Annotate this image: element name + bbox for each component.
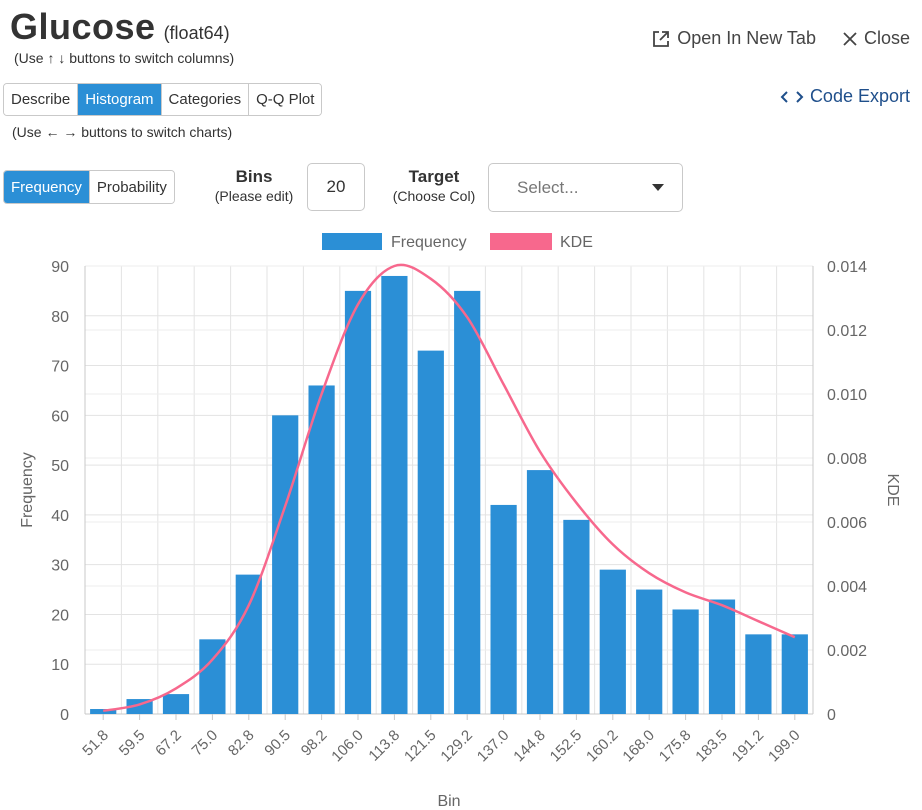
legend-swatch-kde	[490, 233, 552, 250]
tab-probability[interactable]: Probability	[89, 171, 174, 203]
y2-tick-label: 0.004	[827, 579, 867, 596]
x-tick-label: 90.5	[261, 727, 294, 760]
histogram-bar	[563, 519, 590, 714]
y-tick-label: 0	[60, 707, 69, 724]
close-button[interactable]: Close	[842, 28, 910, 49]
y-tick-label: 10	[51, 657, 69, 674]
histogram-bar	[272, 415, 299, 714]
tab-frequency[interactable]: Frequency	[4, 171, 90, 203]
x-tick-label: 67.2	[152, 727, 185, 760]
y2-tick-label: 0.010	[827, 387, 867, 404]
window-actions: Open In New Tab Close	[651, 28, 910, 49]
chevron-down-icon	[652, 184, 664, 191]
bins-label-sub: (Please edit)	[214, 188, 294, 204]
code-export-button[interactable]: Code Export	[780, 86, 910, 107]
x-tick-label: 75.0	[189, 727, 222, 760]
histogram-bar	[672, 609, 699, 714]
histogram-bar	[381, 275, 408, 714]
bins-label-main: Bins	[235, 167, 273, 186]
histogram-mode-tabs: Frequency Probability	[3, 170, 175, 204]
target-select[interactable]: Select...	[488, 163, 683, 212]
open-new-tab-label: Open In New Tab	[677, 28, 816, 48]
histogram-bar	[308, 385, 335, 714]
x-tick-label: 113.8	[365, 727, 403, 765]
histogram-bar	[745, 634, 772, 714]
x-tick-label: 129.2	[437, 727, 476, 766]
y2-tick-label: 0.008	[827, 451, 867, 468]
y2-tick-label: 0.002	[827, 643, 867, 660]
x-tick-label: 137.0	[474, 727, 513, 766]
x-tick-label: 191.2	[729, 727, 768, 766]
chart-type-tabs: Describe Histogram Categories Q-Q Plot	[3, 83, 323, 116]
histogram-bar	[781, 634, 808, 714]
x-tick-label: 183.5	[692, 727, 731, 766]
histogram-bar	[344, 290, 372, 714]
bins-label: Bins (Please edit)	[208, 167, 300, 204]
histogram-bar	[636, 589, 663, 714]
target-label: Target (Choose Col)	[386, 167, 482, 204]
y2-axis-title: KDE	[884, 474, 901, 507]
column-switch-hint: (Use ↑ ↓ buttons to switch columns)	[14, 50, 235, 66]
external-link-icon	[653, 30, 670, 47]
x-tick-label: 175.8	[656, 727, 695, 766]
histogram-bar	[599, 569, 626, 714]
x-tick-label: 121.5	[401, 727, 440, 766]
y2-tick-label: 0.006	[827, 515, 867, 532]
column-name: Glucose	[10, 6, 156, 47]
y2-tick-label: 0.014	[827, 259, 867, 276]
histogram-bar	[162, 694, 190, 714]
histogram-bar	[454, 290, 481, 714]
y2-tick-label: 0.012	[827, 323, 867, 340]
target-label-main: Target	[408, 167, 460, 186]
code-export-label: Code Export	[809, 86, 910, 106]
bins-input[interactable]	[307, 163, 365, 211]
y-tick-label: 90	[51, 259, 69, 276]
histogram-chart: 0 10 20 30 40 50 60 70 80 90 0 0.002 0.004 0.006 0.008…	[19, 233, 901, 810]
x-axis-title: Bin	[437, 793, 460, 810]
column-dtype: (float64)	[163, 23, 230, 43]
x-tick-label: 144.8	[510, 727, 549, 766]
histogram-bar	[490, 504, 517, 714]
x-tick-label: 106.0	[328, 727, 367, 766]
column-title: Glucose (float64)	[10, 6, 230, 48]
target-select-placeholder: Select...	[517, 177, 579, 197]
x-tick-label: 168.0	[619, 727, 658, 766]
x-tick-label: 98.2	[298, 727, 331, 760]
y-tick-label: 70	[51, 359, 69, 376]
tab-describe[interactable]: Describe	[4, 84, 79, 115]
histogram-bar	[235, 574, 262, 714]
y-tick-label: 60	[51, 408, 69, 425]
histogram-bar	[417, 350, 444, 714]
tab-categories[interactable]: Categories	[161, 84, 250, 115]
y-axis-title: Frequency	[19, 452, 36, 528]
y2-tick-label: 0	[827, 707, 836, 724]
histogram-bar	[708, 599, 736, 714]
legend-label-frequency: Frequency	[391, 234, 467, 251]
y-tick-label: 50	[51, 458, 69, 475]
x-tick-label: 82.8	[225, 727, 258, 760]
legend-label-kde: KDE	[560, 234, 593, 251]
chart-switch-hint: (Use ← → buttons to switch charts)	[12, 124, 233, 140]
y-tick-label: 30	[51, 558, 69, 575]
target-label-sub: (Choose Col)	[392, 188, 476, 204]
y-tick-label: 20	[51, 607, 69, 624]
y-tick-label: 40	[51, 508, 69, 525]
x-tick-label: 199.0	[765, 727, 804, 766]
open-new-tab-button[interactable]: Open In New Tab	[651, 28, 816, 49]
x-tick-label: 51.8	[79, 727, 112, 760]
close-label: Close	[863, 28, 910, 48]
tab-qq-plot[interactable]: Q-Q Plot	[249, 84, 322, 115]
x-tick-label: 160.2	[583, 727, 622, 766]
legend-swatch-frequency	[322, 233, 382, 250]
code-icon	[780, 90, 804, 103]
histogram-bar	[526, 470, 554, 714]
tab-histogram[interactable]: Histogram	[78, 84, 162, 115]
y-tick-label: 80	[51, 309, 69, 326]
x-tick-label: 59.5	[116, 727, 149, 760]
x-tick-label: 152.5	[547, 727, 586, 766]
close-icon	[843, 31, 857, 46]
